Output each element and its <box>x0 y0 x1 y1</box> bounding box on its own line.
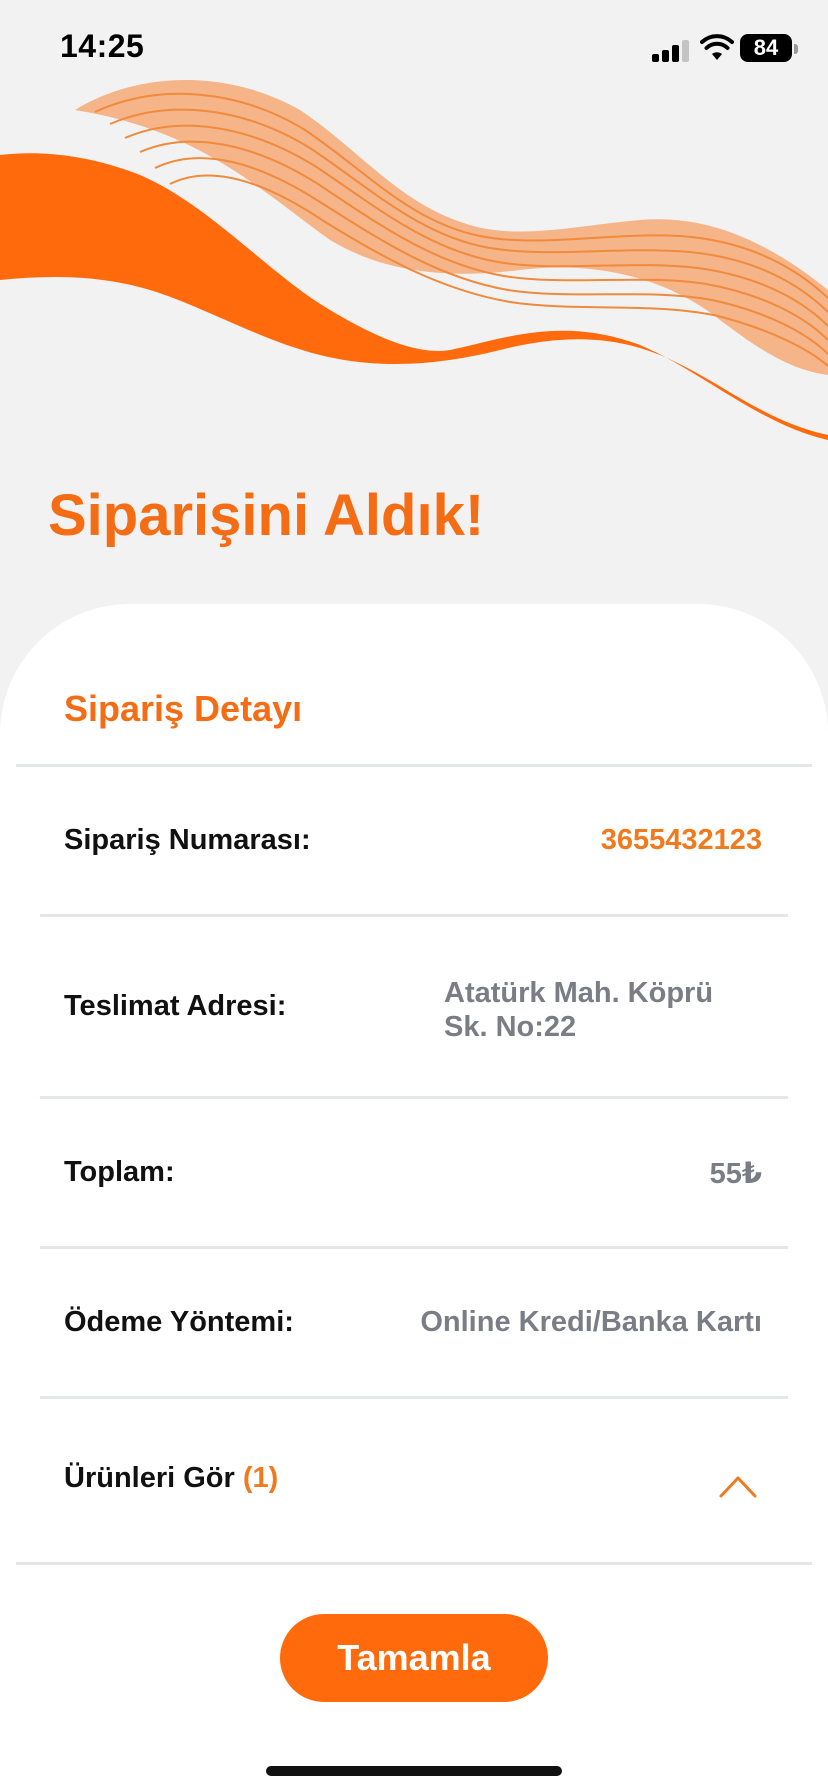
view-products-toggle[interactable]: Ürünleri Gör (1) <box>40 1420 788 1572</box>
delivery-address-label: Teslimat Adresi: <box>64 990 287 1022</box>
view-products-label: Ürünleri Gör (1) <box>64 1462 278 1495</box>
order-detail-card: Sipariş Detayı Sipariş Numarası: 3655432… <box>0 604 828 1792</box>
chevron-up-icon[interactable] <box>718 1472 758 1500</box>
divider <box>40 914 788 917</box>
order-number-value: 3655432123 <box>600 824 762 856</box>
card-title: Sipariş Detayı <box>64 688 303 729</box>
divider <box>40 1096 788 1099</box>
payment-method-label: Ödeme Yöntemi: <box>64 1306 294 1338</box>
complete-button[interactable]: Tamamla <box>280 1614 548 1702</box>
header-wave-illustration <box>0 80 828 440</box>
view-products-text: Ürünleri Gör <box>64 1462 235 1494</box>
divider <box>16 764 812 767</box>
total-label: Toplam: <box>64 1156 175 1188</box>
page-title: Siparişini Aldık! <box>48 483 485 548</box>
cellular-signal-icon <box>652 38 692 62</box>
divider <box>40 1396 788 1399</box>
delivery-address-value: Atatürk Mah. Köprü Sk. No:22 <box>444 977 714 1043</box>
divider <box>40 1246 788 1249</box>
divider <box>16 1562 812 1565</box>
order-number-label: Sipariş Numarası: <box>64 824 311 856</box>
battery-icon: 84 <box>740 34 792 62</box>
total-value: 55₺ <box>709 1158 762 1190</box>
payment-method-value: Online Kredi/Banka Kartı <box>420 1306 762 1338</box>
wifi-icon <box>700 34 734 60</box>
battery-cap <box>794 44 798 54</box>
home-indicator <box>266 1766 562 1776</box>
products-count: (1) <box>242 1462 279 1494</box>
